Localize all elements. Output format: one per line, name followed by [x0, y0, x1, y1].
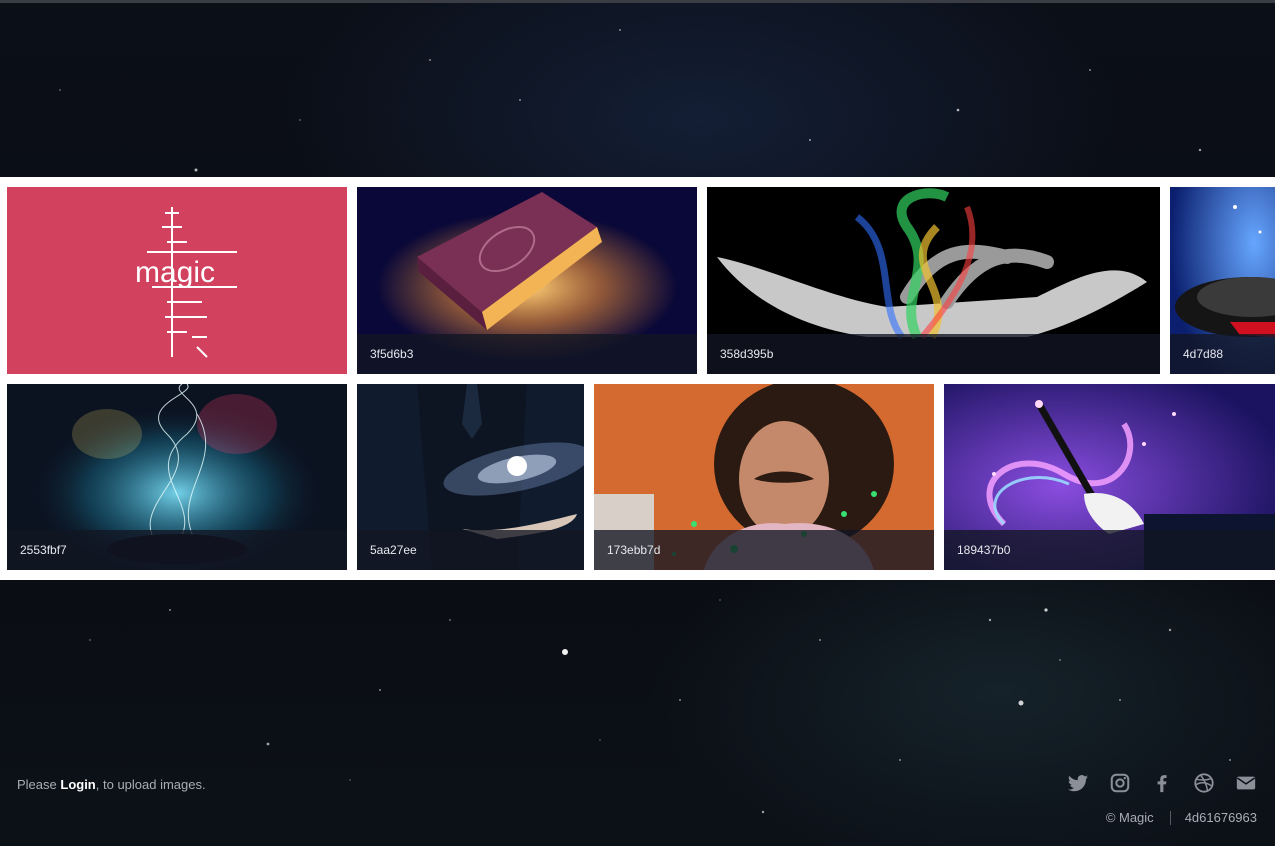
tile-caption: 3f5d6b3	[357, 334, 697, 374]
magic-logo-image: magic	[135, 207, 237, 358]
tile-caption: 5aa27ee	[357, 530, 584, 570]
magic-logo-text: magic	[135, 256, 215, 289]
login-prompt-prefix: Please	[17, 777, 61, 792]
tile-caption: 358d395b	[707, 334, 1160, 374]
tile-caption: 173ebb7d	[594, 530, 934, 570]
tile-caption: 4d7d88	[1170, 334, 1275, 374]
footer-meta: © Magic 4d61676963	[1106, 810, 1257, 825]
login-prompt: Please Login, to upload images.	[17, 777, 206, 792]
gallery-tile[interactable]: 4d7d88	[1170, 187, 1275, 374]
gallery-tile[interactable]: 173ebb7d	[594, 384, 934, 570]
twitter-icon[interactable]	[1067, 772, 1089, 794]
facebook-icon[interactable]	[1151, 772, 1173, 794]
instagram-icon[interactable]	[1109, 772, 1131, 794]
tile-caption: 189437b0	[944, 530, 1275, 570]
copyright-text: © Magic	[1105, 810, 1154, 825]
gallery-tile[interactable]: 3f5d6b3	[357, 187, 697, 374]
mail-icon[interactable]	[1235, 772, 1257, 794]
login-link[interactable]: Login	[60, 777, 95, 792]
meta-divider	[1169, 810, 1171, 825]
tile-caption: 2553fbf7	[7, 530, 347, 570]
gallery-tile[interactable]: 2553fbf7	[7, 384, 347, 570]
version-hash: 4d61676963	[1184, 810, 1257, 825]
gallery-tile[interactable]: 358d395b	[707, 187, 1160, 374]
dribbble-icon[interactable]	[1193, 772, 1215, 794]
image-gallery: magic 3f5d6b3 358d395b 4d7d88 2553fbf7 5…	[0, 177, 1275, 580]
login-prompt-suffix: , to upload images.	[95, 777, 206, 792]
gallery-tile[interactable]: 5aa27ee	[357, 384, 584, 570]
social-links	[1067, 772, 1257, 794]
page: magic 3f5d6b3 358d395b 4d7d88 2553fbf7 5…	[0, 0, 1275, 846]
gallery-tile[interactable]: 189437b0	[944, 384, 1275, 570]
gallery-tile-logo[interactable]: magic	[7, 187, 347, 374]
